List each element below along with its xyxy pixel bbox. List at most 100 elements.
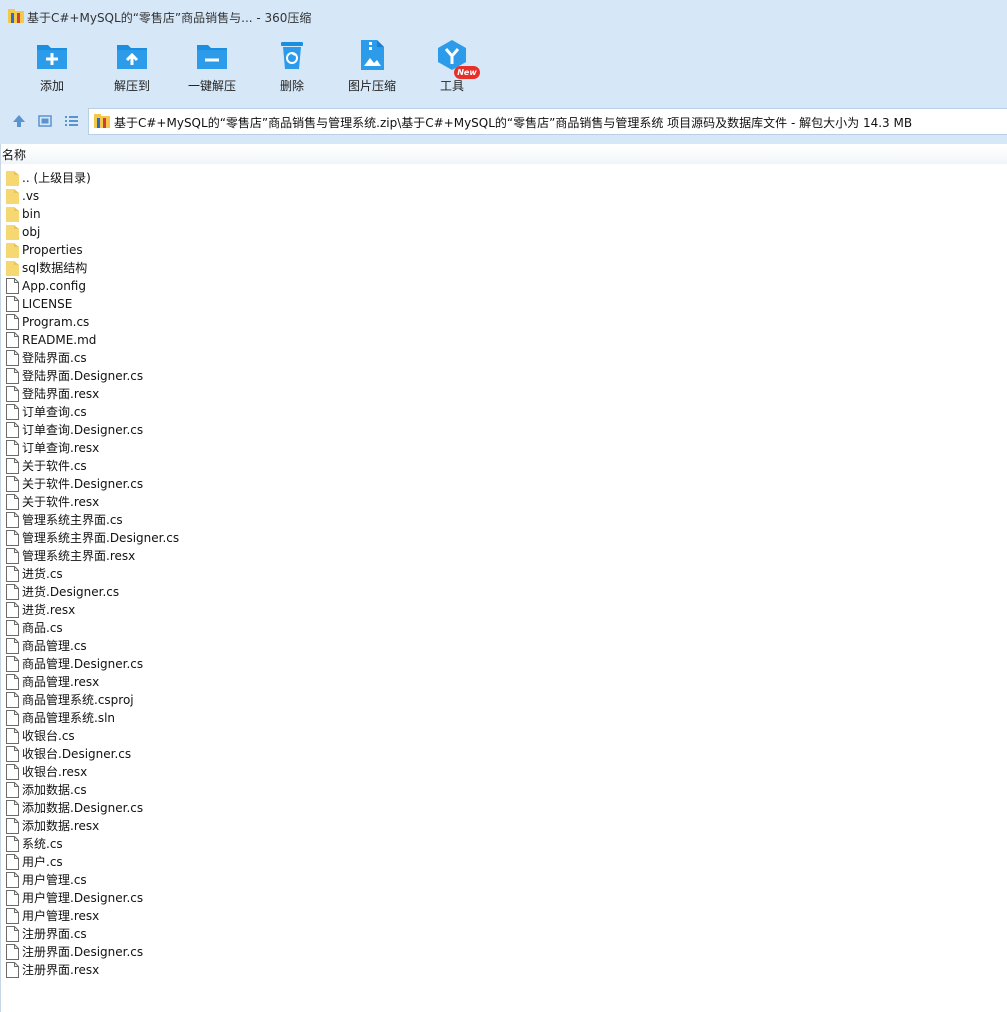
- list-view-icon[interactable]: [62, 112, 80, 130]
- delete-label: 删除: [279, 79, 304, 93]
- delete-button[interactable]: 删除: [252, 34, 332, 100]
- folder-row[interactable]: .vs: [1, 187, 1007, 205]
- file-row[interactable]: 关于软件.Designer.cs: [1, 475, 1007, 493]
- one-click-extract-button[interactable]: 一键解压: [172, 34, 252, 100]
- file-row[interactable]: 管理系统主界面.cs: [1, 511, 1007, 529]
- folder-row[interactable]: obj: [1, 223, 1007, 241]
- file-row[interactable]: 登陆界面.Designer.cs: [1, 367, 1007, 385]
- thumbnail-view-icon[interactable]: [36, 112, 54, 130]
- one-click-extract-icon: [197, 45, 227, 69]
- file-row[interactable]: 收银台.resx: [1, 763, 1007, 781]
- folder-row[interactable]: sql数据结构: [1, 259, 1007, 277]
- file-row[interactable]: 订单查询.cs: [1, 403, 1007, 421]
- extract-to-label: 解压到: [113, 79, 150, 93]
- file-icon: [6, 854, 19, 870]
- file-row[interactable]: 商品管理.cs: [1, 637, 1007, 655]
- file-row[interactable]: 添加数据.cs: [1, 781, 1007, 799]
- file-row[interactable]: README.md: [1, 331, 1007, 349]
- file-row[interactable]: 关于软件.cs: [1, 457, 1007, 475]
- file-icon: [6, 872, 19, 888]
- folder-icon: [6, 171, 19, 186]
- extract-to-icon: [117, 45, 147, 69]
- file-icon: [6, 422, 19, 438]
- file-icon: [6, 584, 19, 600]
- file-row[interactable]: 系统.cs: [1, 835, 1007, 853]
- file-name: 用户.cs: [22, 855, 63, 869]
- file-icon: [6, 692, 19, 708]
- file-icon: [6, 746, 19, 762]
- folder-row[interactable]: .. (上级目录): [1, 169, 1007, 187]
- file-row[interactable]: 商品管理系统.csproj: [1, 691, 1007, 709]
- add-button[interactable]: 添加: [12, 34, 92, 100]
- file-name: 关于软件.Designer.cs: [22, 477, 144, 491]
- file-row[interactable]: 添加数据.resx: [1, 817, 1007, 835]
- extract-to-button[interactable]: 解压到: [92, 34, 172, 100]
- up-level-icon[interactable]: [10, 112, 28, 130]
- file-row[interactable]: 登陆界面.resx: [1, 385, 1007, 403]
- file-icon: [6, 602, 19, 618]
- file-name: 商品管理.Designer.cs: [22, 657, 144, 671]
- file-name: 登陆界面.resx: [22, 387, 100, 401]
- file-list-panel: 名称 .. (上级目录) .vs bin obj Properties sql数据结构 Ap…: [0, 144, 1007, 1012]
- image-compress-button[interactable]: 图片压缩: [332, 34, 412, 100]
- file-name: 注册界面.resx: [22, 963, 100, 977]
- file-name: 注册界面.Designer.cs: [22, 945, 144, 959]
- file-row[interactable]: 登陆界面.cs: [1, 349, 1007, 367]
- file-name: 收银台.Designer.cs: [22, 747, 132, 761]
- file-row[interactable]: 收银台.cs: [1, 727, 1007, 745]
- file-row[interactable]: 添加数据.Designer.cs: [1, 799, 1007, 817]
- file-icon: [6, 368, 19, 384]
- file-row[interactable]: 进货.Designer.cs: [1, 583, 1007, 601]
- archive-file-icon: [94, 114, 110, 128]
- file-row[interactable]: LICENSE: [1, 295, 1007, 313]
- file-row[interactable]: 用户管理.resx: [1, 907, 1007, 925]
- file-row[interactable]: 商品管理系统.sln: [1, 709, 1007, 727]
- file-row[interactable]: 商品管理.Designer.cs: [1, 655, 1007, 673]
- address-bar[interactable]: 基于C#+MySQL的“零售店”商品销售与管理系统.zip\基于C#+MySQL…: [88, 108, 1007, 135]
- file-row[interactable]: 订单查询.Designer.cs: [1, 421, 1007, 439]
- file-row[interactable]: 收银台.Designer.cs: [1, 745, 1007, 763]
- file-row[interactable]: 订单查询.resx: [1, 439, 1007, 457]
- archive-path: 基于C#+MySQL的“零售店”商品销售与管理系统.zip\基于C#+MySQL…: [114, 116, 913, 130]
- new-badge: New: [454, 66, 480, 79]
- file-row[interactable]: 用户管理.cs: [1, 871, 1007, 889]
- file-name: 登陆界面.Designer.cs: [22, 369, 144, 383]
- file-icon: [6, 314, 19, 330]
- file-row[interactable]: 注册界面.resx: [1, 961, 1007, 979]
- file-icon: [6, 908, 19, 924]
- file-name: 关于软件.cs: [22, 459, 87, 473]
- file-row[interactable]: App.config: [1, 277, 1007, 295]
- file-row[interactable]: 管理系统主界面.resx: [1, 547, 1007, 565]
- file-name: 用户管理.resx: [22, 909, 100, 923]
- file-row[interactable]: Program.cs: [1, 313, 1007, 331]
- image-compress-label: 图片压缩: [347, 79, 396, 93]
- file-name: Properties: [22, 243, 83, 257]
- file-icon: [6, 404, 19, 420]
- file-row[interactable]: 注册界面.cs: [1, 925, 1007, 943]
- file-row[interactable]: 商品管理.resx: [1, 673, 1007, 691]
- file-row[interactable]: 用户.cs: [1, 853, 1007, 871]
- tools-label: 工具: [439, 79, 464, 93]
- file-row[interactable]: 管理系统主界面.Designer.cs: [1, 529, 1007, 547]
- add-label: 添加: [39, 79, 64, 93]
- folder-icon: [6, 207, 19, 222]
- folder-row[interactable]: Properties: [1, 241, 1007, 259]
- file-row[interactable]: 进货.resx: [1, 601, 1007, 619]
- file-row[interactable]: 商品.cs: [1, 619, 1007, 637]
- folder-icon: [6, 225, 19, 240]
- navigation-bar: 基于C#+MySQL的“零售店”商品销售与管理系统.zip\基于C#+MySQL…: [0, 100, 1007, 144]
- file-row[interactable]: 关于软件.resx: [1, 493, 1007, 511]
- folder-row[interactable]: bin: [1, 205, 1007, 223]
- file-name: 添加数据.Designer.cs: [22, 801, 144, 815]
- file-row[interactable]: 注册界面.Designer.cs: [1, 943, 1007, 961]
- file-name: 收银台.cs: [22, 729, 75, 743]
- file-name: 商品管理.resx: [22, 675, 100, 689]
- file-icon: [6, 656, 19, 672]
- one-click-extract-label: 一键解压: [187, 79, 236, 93]
- file-name: 商品管理系统.csproj: [22, 693, 134, 707]
- column-header-name[interactable]: 名称: [1, 146, 1007, 164]
- tools-button[interactable]: 工具: [412, 34, 492, 100]
- file-row[interactable]: 进货.cs: [1, 565, 1007, 583]
- file-name: 用户管理.cs: [22, 873, 87, 887]
- file-row[interactable]: 用户管理.Designer.cs: [1, 889, 1007, 907]
